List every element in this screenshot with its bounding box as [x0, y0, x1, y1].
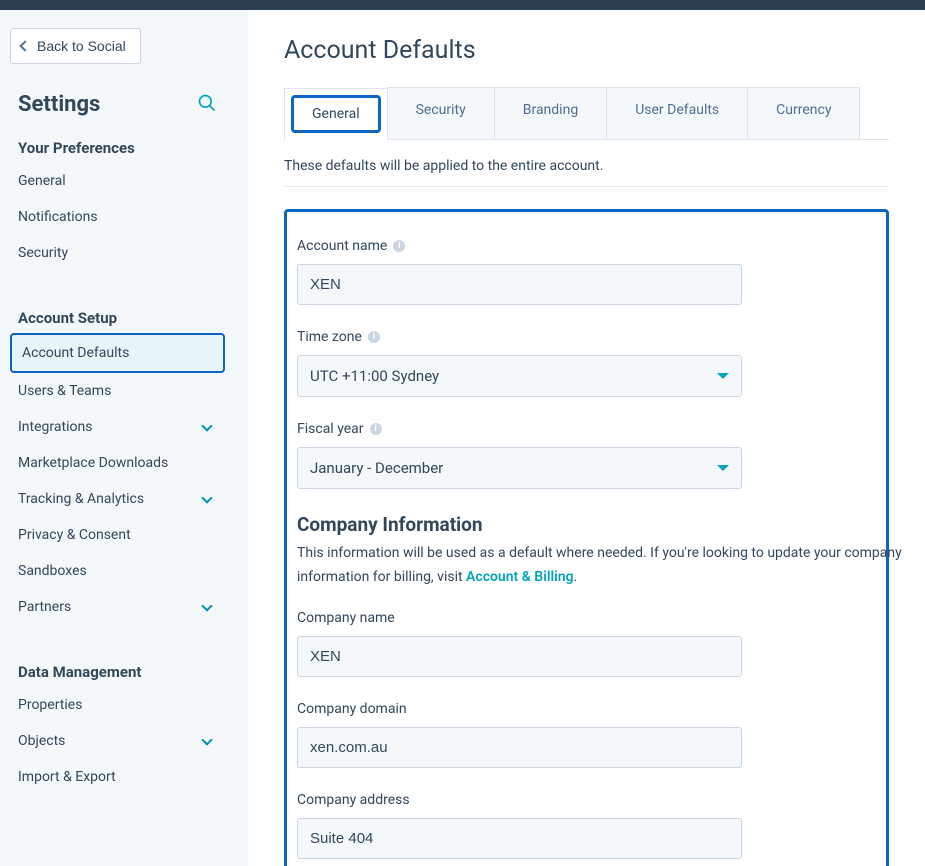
sidebar-item-integrations[interactable]: Integrations: [10, 409, 225, 445]
sidebar-item-security[interactable]: Security: [10, 235, 225, 271]
tab-general[interactable]: General: [284, 88, 388, 140]
page-title: Account Defaults: [284, 36, 889, 65]
company-name-label: Company name: [297, 610, 876, 626]
account-billing-link[interactable]: Account & Billing: [466, 569, 573, 585]
tab-currency[interactable]: Currency: [747, 87, 860, 139]
timezone-select[interactable]: UTC +11:00 Sydney: [297, 355, 742, 397]
caret-down-icon: [717, 465, 729, 471]
search-icon[interactable]: [197, 93, 217, 117]
tabs-subtext: These defaults will be applied to the en…: [284, 158, 889, 174]
data-header: Data Management: [18, 663, 217, 681]
sidebar-item-properties[interactable]: Properties: [10, 687, 225, 723]
sidebar-item-notifications[interactable]: Notifications: [10, 199, 225, 235]
sidebar-item-tracking-analytics[interactable]: Tracking & Analytics: [10, 481, 225, 517]
company-address-input[interactable]: [297, 818, 742, 859]
sidebar-item-users-teams[interactable]: Users & Teams: [10, 373, 225, 409]
prefs-header: Your Preferences: [18, 139, 217, 157]
company-domain-input[interactable]: [297, 727, 742, 768]
fiscal-year-select[interactable]: January - December: [297, 447, 742, 489]
general-form: Account name i Time zone i UTC +11:00 Sy…: [284, 209, 889, 866]
tab-user-defaults[interactable]: User Defaults: [606, 87, 748, 139]
top-bar: [0, 0, 925, 10]
chevron-down-icon: [201, 600, 212, 611]
tabs: General Security Branding User Defaults …: [284, 87, 889, 140]
setup-header: Account Setup: [18, 309, 217, 327]
settings-heading: Settings: [18, 92, 100, 117]
company-info-desc: This information will be used as a defau…: [297, 542, 917, 590]
sidebar-item-sandboxes[interactable]: Sandboxes: [10, 553, 225, 589]
sidebar-item-partners[interactable]: Partners: [10, 589, 225, 625]
fiscal-year-label: Fiscal year i: [297, 421, 876, 437]
sidebar-item-general[interactable]: General: [10, 163, 225, 199]
tab-branding[interactable]: Branding: [494, 87, 607, 139]
sidebar-item-privacy-consent[interactable]: Privacy & Consent: [10, 517, 225, 553]
info-icon[interactable]: i: [368, 331, 380, 343]
tab-security[interactable]: Security: [387, 87, 495, 139]
chevron-down-icon: [201, 734, 212, 745]
account-name-input[interactable]: [297, 264, 742, 305]
sidebar-item-account-defaults[interactable]: Account Defaults: [10, 333, 225, 373]
info-icon[interactable]: i: [393, 240, 405, 252]
company-info-header: Company Information: [297, 513, 876, 536]
chevron-left-icon: [19, 40, 30, 51]
sidebar-item-marketplace-downloads[interactable]: Marketplace Downloads: [10, 445, 225, 481]
company-address-label: Company address: [297, 792, 876, 808]
company-domain-label: Company domain: [297, 701, 876, 717]
timezone-label: Time zone i: [297, 329, 876, 345]
info-icon[interactable]: i: [370, 423, 382, 435]
company-name-input[interactable]: [297, 636, 742, 677]
divider: [284, 186, 889, 187]
sidebar-item-import-export[interactable]: Import & Export: [10, 759, 225, 795]
chevron-down-icon: [201, 492, 212, 503]
back-label: Back to Social: [37, 38, 126, 54]
account-name-label: Account name i: [297, 238, 876, 254]
back-to-social-button[interactable]: Back to Social: [10, 28, 141, 64]
chevron-down-icon: [201, 420, 212, 431]
sidebar: Back to Social Settings Your Preferences…: [0, 10, 235, 866]
caret-down-icon: [717, 373, 729, 379]
main-content: Account Defaults General Security Brandi…: [248, 10, 925, 866]
sidebar-item-objects[interactable]: Objects: [10, 723, 225, 759]
